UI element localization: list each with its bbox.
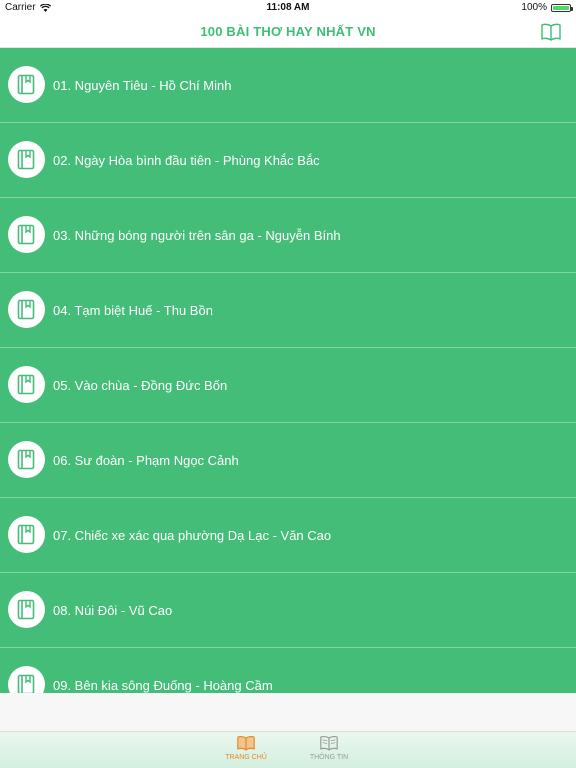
- poem-title: 03. Những bóng người trên sân ga - Nguyễ…: [53, 228, 341, 243]
- book-open-icon: [237, 735, 255, 751]
- page-title: 100 BÀI THƠ HAY NHẤT VN: [200, 24, 376, 39]
- book-open-icon[interactable]: [540, 21, 562, 43]
- poem-icon: [8, 66, 45, 103]
- book-icon: [17, 674, 35, 693]
- battery-percent: 100%: [521, 2, 547, 13]
- poem-list[interactable]: 01. Nguyên Tiêu - Hồ Chí Minh 02. Ngày Hò…: [0, 48, 576, 693]
- book-icon: [17, 449, 35, 470]
- battery-tip: [571, 6, 573, 11]
- poem-title: 09. Bên kia sông Đuống - Hoàng Cầm: [53, 678, 273, 693]
- poem-icon: [8, 516, 45, 553]
- status-right: 100%: [521, 2, 573, 13]
- book-icon: [17, 224, 35, 245]
- book-icon: [17, 299, 35, 320]
- list-item[interactable]: 05. Vào chùa - Đồng Đức Bốn: [0, 348, 576, 423]
- poem-icon: [8, 291, 45, 328]
- list-item[interactable]: 04. Tạm biệt Huế - Thu Bồn: [0, 273, 576, 348]
- list-item[interactable]: 03. Những bóng người trên sân ga - Nguyễ…: [0, 198, 576, 273]
- list-item[interactable]: 07. Chiếc xe xác qua phường Dạ Lạc - Văn…: [0, 498, 576, 573]
- book-icon: [17, 149, 35, 170]
- poem-icon: [8, 141, 45, 178]
- footer-area: [0, 693, 576, 731]
- poem-title: 07. Chiếc xe xác qua phường Dạ Lạc - Văn…: [53, 528, 332, 543]
- tab-info-label: THÔNG TIN: [309, 754, 349, 761]
- battery-fill: [553, 5, 569, 10]
- status-bar: Carrier 11:08 AM 100%: [0, 0, 576, 16]
- poem-title: 02. Ngày Hòa bình đầu tiên - Phùng Khắc …: [53, 153, 320, 168]
- poem-title: 04. Tạm biệt Huế - Thu Bồn: [53, 303, 213, 318]
- tab-home[interactable]: TRANG CHỦ: [216, 735, 276, 761]
- status-time: 11:08 AM: [266, 2, 310, 13]
- book-open-icon: [320, 735, 338, 751]
- tab-home-label: TRANG CHỦ: [225, 754, 267, 761]
- poem-title: 01. Nguyên Tiêu - Hồ Chí Minh: [53, 78, 232, 93]
- poem-icon: [8, 366, 45, 403]
- poem-icon: [8, 666, 45, 693]
- poem-icon: [8, 216, 45, 253]
- list-item[interactable]: 09. Bên kia sông Đuống - Hoàng Cầm: [0, 648, 576, 693]
- poem-icon: [8, 441, 45, 478]
- book-icon: [17, 374, 35, 395]
- tab-info[interactable]: THÔNG TIN: [299, 735, 359, 761]
- book-icon: [17, 524, 35, 545]
- book-icon: [17, 599, 35, 620]
- poem-title: 05. Vào chùa - Đồng Đức Bốn: [53, 378, 228, 393]
- battery-icon: [551, 3, 573, 12]
- list-item[interactable]: 06. Sư đoàn - Phạm Ngọc Cảnh: [0, 423, 576, 498]
- poem-title: 06. Sư đoàn - Phạm Ngọc Cảnh: [53, 453, 239, 468]
- list-item[interactable]: 01. Nguyên Tiêu - Hồ Chí Minh: [0, 48, 576, 123]
- nav-bar: 100 BÀI THƠ HAY NHẤT VN: [0, 16, 576, 48]
- tab-bar: TRANG CHỦ THÔNG TIN: [0, 731, 576, 768]
- list-item[interactable]: 08. Núi Đôi - Vũ Cao: [0, 573, 576, 648]
- poem-title: 08. Núi Đôi - Vũ Cao: [53, 603, 173, 618]
- book-icon: [17, 74, 35, 95]
- poem-icon: [8, 591, 45, 628]
- list-item[interactable]: 02. Ngày Hòa bình đầu tiên - Phùng Khắc …: [0, 123, 576, 198]
